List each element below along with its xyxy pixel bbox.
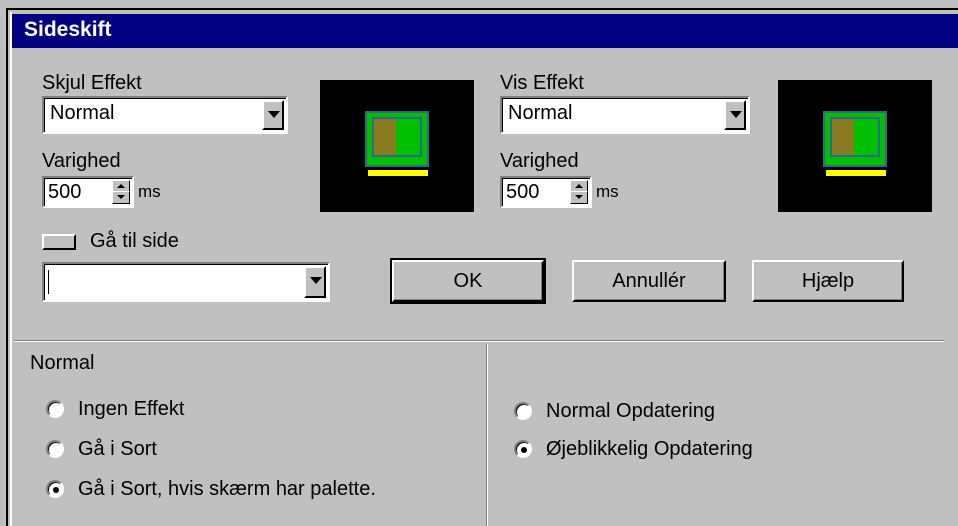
show-duration-label: Varighed — [500, 150, 579, 172]
preview-thumbnail-icon — [823, 111, 887, 176]
radio-label-ga-i-sort[interactable]: Gå i Sort — [78, 438, 157, 461]
window-frame-left — [6, 8, 8, 526]
hide-effect-label: Skjul Effekt — [42, 72, 142, 94]
goto-page-label: Gå til side — [90, 230, 179, 252]
window-frame-top — [6, 8, 958, 10]
radio-ojeblikkelig-opdatering[interactable] — [514, 440, 532, 458]
help-button[interactable]: Hjælp — [752, 260, 904, 302]
text-cursor — [48, 270, 49, 294]
hide-duration-spinner[interactable]: 500 — [42, 176, 134, 208]
hide-duration-value: 500 — [48, 181, 82, 203]
radio-label-ingen-effekt[interactable]: Ingen Effekt — [78, 398, 184, 421]
hide-effect-preview — [320, 80, 474, 212]
dialog-title: Sideskift — [24, 18, 112, 41]
preview-thumbnail-icon — [365, 111, 429, 176]
hide-duration-unit: ms — [138, 182, 161, 201]
hide-effect-dropdown[interactable]: Normal — [42, 96, 288, 134]
chevron-down-icon[interactable] — [724, 100, 746, 130]
show-effect-value: Normal — [508, 102, 573, 124]
show-duration-value: 500 — [506, 181, 540, 203]
radio-ga-i-sort[interactable] — [46, 440, 64, 458]
radio-ga-i-sort-palette[interactable] — [46, 480, 64, 498]
show-duration-unit: ms — [596, 182, 619, 201]
radio-label-normal-opdatering[interactable]: Normal Opdatering — [546, 400, 715, 423]
show-effect-label: Vis Effekt — [500, 72, 584, 94]
normal-group-title: Normal — [30, 352, 95, 374]
show-effect-dropdown[interactable]: Normal — [500, 96, 750, 134]
separator-horizontal-highlight — [14, 341, 944, 342]
spin-down-icon[interactable] — [570, 191, 588, 204]
show-effect-preview — [778, 80, 932, 212]
radio-ingen-effekt[interactable] — [46, 400, 64, 418]
spin-down-icon[interactable] — [112, 191, 130, 204]
separator-vertical-highlight — [487, 344, 488, 526]
goto-page-toggle[interactable] — [42, 234, 76, 250]
title-bar[interactable]: Sideskift — [12, 14, 958, 48]
window-frame-highlight — [10, 12, 12, 526]
show-duration-spinner[interactable]: 500 — [500, 176, 592, 208]
cancel-button[interactable]: Annullér — [572, 260, 726, 302]
goto-page-dropdown[interactable] — [42, 262, 330, 302]
radio-normal-opdatering[interactable] — [514, 402, 532, 420]
hide-duration-label: Varighed — [42, 150, 121, 172]
ok-button[interactable]: OK — [390, 258, 546, 304]
chevron-down-icon[interactable] — [304, 266, 326, 298]
chevron-down-icon[interactable] — [262, 100, 284, 130]
hide-effect-value: Normal — [50, 102, 115, 124]
radio-label-ga-i-sort-palette[interactable]: Gå i Sort, hvis skærm har palette. — [78, 478, 376, 501]
radio-label-ojeblikkelig-opdatering[interactable]: Øjeblikkelig Opdatering — [546, 438, 753, 461]
